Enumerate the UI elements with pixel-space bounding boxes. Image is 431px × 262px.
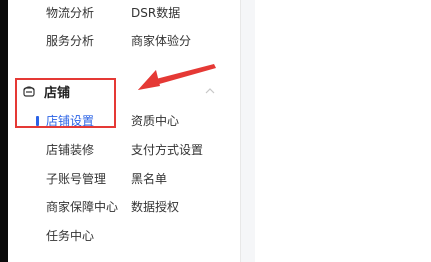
window-edge (0, 0, 8, 262)
menu-item-data-authorization[interactable]: 数据授权 (131, 200, 179, 214)
chevron-up-icon[interactable] (204, 85, 216, 97)
menu-item-qualification-center[interactable]: 资质中心 (131, 114, 179, 128)
store-section-header[interactable]: 店铺 (22, 82, 71, 101)
menu-item-sub-account[interactable]: 子账号管理 (46, 172, 106, 186)
store-section-title: 店铺 (44, 85, 71, 101)
menu-item-store-settings[interactable]: 店铺设置 (46, 114, 94, 128)
menu-item-store-decoration[interactable]: 店铺装修 (46, 143, 94, 157)
menu-item-service-analysis[interactable]: 服务分析 (46, 34, 94, 48)
menu-item-task-center[interactable]: 任务中心 (46, 229, 94, 243)
menu-item-blacklist[interactable]: 黑名单 (131, 172, 167, 186)
active-indicator (36, 116, 39, 126)
menu-item-merchant-experience[interactable]: 商家体验分 (131, 34, 191, 48)
sidebar (8, 0, 240, 262)
menu-item-logistics-analysis[interactable]: 物流分析 (46, 6, 94, 20)
store-icon (23, 86, 35, 97)
menu-item-payment-settings[interactable]: 支付方式设置 (131, 143, 203, 157)
content-panel (255, 0, 431, 262)
menu-item-dsr-data[interactable]: DSR数据 (131, 6, 180, 20)
menu-item-merchant-guarantee[interactable]: 商家保障中心 (46, 200, 118, 214)
